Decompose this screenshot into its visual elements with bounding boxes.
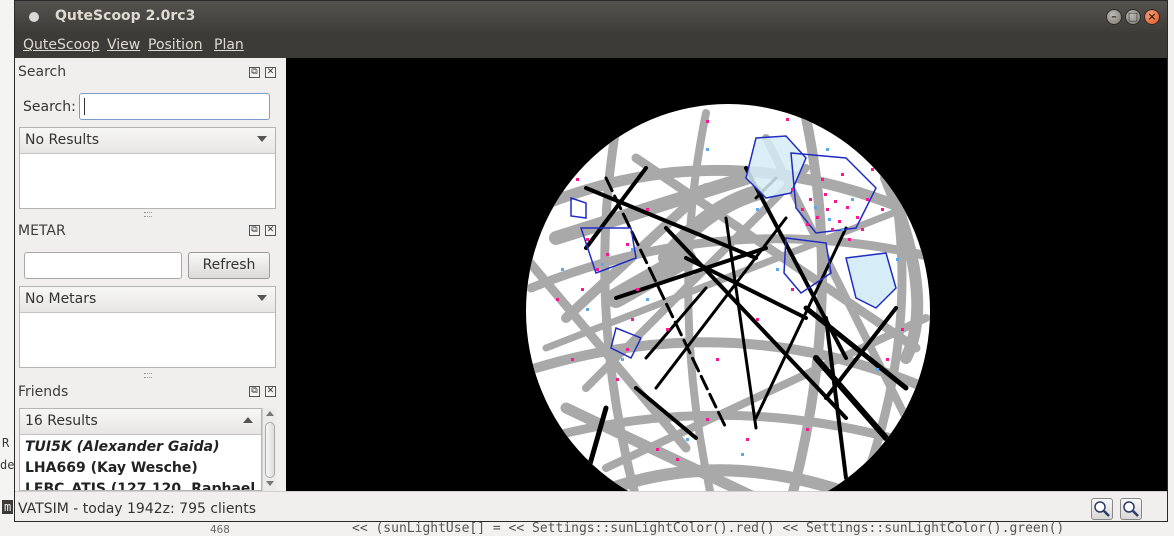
background-line-number: 468 <box>210 523 230 536</box>
background-fragment: m <box>2 500 14 514</box>
status-text: VATSIM - today 1942z: 795 clients <box>18 501 257 517</box>
friends-panel-title: Friends <box>18 384 69 400</box>
zoom-out-icon <box>1123 501 1139 517</box>
globe-svg[interactable] <box>286 58 1167 491</box>
friends-results-header[interactable]: 16 Results <box>20 409 261 435</box>
scroll-up-icon[interactable] <box>266 411 274 416</box>
friend-item[interactable]: LEBC_ATIS (127.120, Raphael S <box>25 481 261 490</box>
maximize-button[interactable]: □ <box>1125 9 1141 25</box>
close-button[interactable]: × <box>1144 9 1160 25</box>
search-results-header[interactable]: No Results <box>20 128 275 154</box>
friend-item[interactable]: LHA669 (Kay Wesche) <box>25 460 198 476</box>
splitter-grip[interactable] <box>144 212 152 217</box>
desktop-background-left <box>0 0 14 536</box>
refresh-button[interactable]: Refresh <box>188 252 270 279</box>
metar-input[interactable] <box>24 252 182 279</box>
metar-panel-float-icon[interactable]: ⧉ <box>249 225 260 236</box>
menu-view[interactable]: View <box>107 37 140 53</box>
status-bar: VATSIM - today 1942z: 795 clients <box>15 491 1167 521</box>
search-panel-close-icon[interactable]: ✕ <box>265 67 276 78</box>
zoom-in-icon <box>1094 501 1110 517</box>
metar-panel-title: METAR <box>18 223 66 239</box>
menu-qutescoop[interactable]: QuteScoop <box>23 37 100 53</box>
friends-panel-float-icon[interactable]: ⧉ <box>249 386 260 397</box>
title-bar[interactable]: QuteScoop 2.0rc3 – □ × <box>15 1 1167 34</box>
search-input[interactable] <box>79 93 270 120</box>
chevron-down-icon[interactable] <box>257 295 267 301</box>
globe-map-view[interactable] <box>286 58 1167 491</box>
chevron-down-icon[interactable] <box>257 136 267 142</box>
search-panel-float-icon[interactable]: ⧉ <box>249 67 260 78</box>
search-results-summary: No Results <box>25 132 100 148</box>
metar-results-list[interactable]: No Metars <box>19 286 276 368</box>
metar-results-summary: No Metars <box>25 291 97 307</box>
metar-panel-close-icon[interactable]: ✕ <box>265 225 276 236</box>
friends-list[interactable]: 16 Results TUI5K (Alexander Gaida) LHA66… <box>19 408 262 491</box>
text-cursor <box>84 98 85 115</box>
splitter-grip[interactable] <box>144 373 152 378</box>
metar-results-header[interactable]: No Metars <box>20 287 275 313</box>
scrollbar-thumb[interactable] <box>265 422 275 478</box>
search-label: Search: <box>23 99 76 115</box>
background-fragment: R <box>2 436 10 450</box>
window-title: QuteScoop 2.0rc3 <box>55 8 196 24</box>
minimize-button[interactable]: – <box>1106 9 1122 25</box>
search-results-list[interactable]: No Results <box>19 127 276 209</box>
scroll-down-icon[interactable] <box>266 481 274 486</box>
background-fragment: de <box>0 458 15 472</box>
zoom-out-button[interactable] <box>1120 498 1142 520</box>
desktop-background-right <box>1168 0 1174 536</box>
friends-results-summary: 16 Results <box>25 413 98 429</box>
friend-item[interactable]: TUI5K (Alexander Gaida) <box>25 439 219 455</box>
menu-bar: QuteScoop View Position Plan <box>15 34 1167 58</box>
app-icon <box>29 12 39 22</box>
background-code-line: << (sunLightUse[] = << Settings::sunLigh… <box>352 521 1065 536</box>
search-panel-title: Search <box>18 64 67 80</box>
zoom-in-button[interactable] <box>1091 498 1113 520</box>
friends-scrollbar[interactable] <box>262 408 276 491</box>
chevron-up-icon[interactable] <box>243 417 253 423</box>
friends-panel-close-icon[interactable]: ✕ <box>265 386 276 397</box>
left-dock: Search ⧉ ✕ Search: No Results METAR ⧉ ✕ … <box>15 58 286 491</box>
menu-plan[interactable]: Plan <box>214 37 244 53</box>
app-window: QuteScoop 2.0rc3 – □ × QuteScoop View Po… <box>14 0 1168 522</box>
menu-position[interactable]: Position <box>148 37 203 53</box>
